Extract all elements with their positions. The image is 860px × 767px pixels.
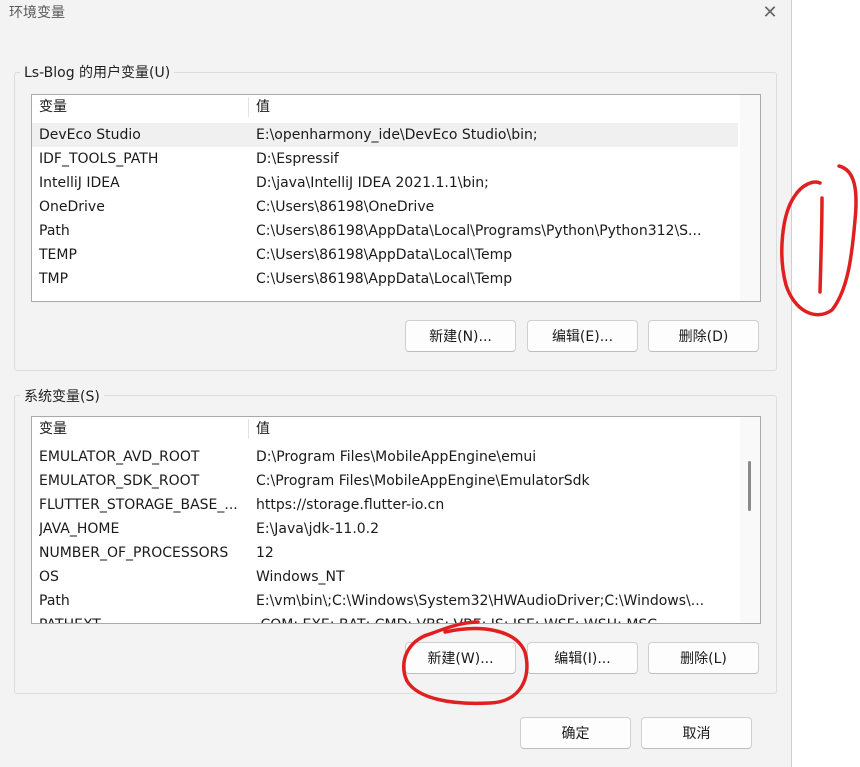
user-new-button[interactable]: 新建(N)...	[405, 320, 516, 352]
variable-name: OS	[39, 569, 59, 585]
column-separator[interactable]	[248, 97, 249, 117]
table-row[interactable]: EMULATOR_SDK_ROOT C:\Program Files\Mobil…	[32, 469, 738, 493]
list-header: 变量 值	[32, 95, 738, 119]
variable-value: E:\openharmony_ide\DevEco Studio\bin;	[256, 127, 538, 143]
variable-value: C:\Program Files\MobileAppEngine\Emulato…	[256, 473, 590, 489]
variable-name: JAVA_HOME	[39, 521, 120, 537]
user-edit-button[interactable]: 编辑(E)...	[527, 320, 638, 352]
list-header: 变量 值	[32, 417, 738, 441]
vertical-scrollbar[interactable]	[740, 417, 760, 623]
table-row[interactable]: IntelliJ IDEA D:\java\IntelliJ IDEA 2021…	[32, 171, 738, 195]
variable-name: DevEco Studio	[39, 127, 141, 143]
column-header-value[interactable]: 值	[256, 95, 731, 119]
table-row[interactable]: Path C:\Users\86198\AppData\Local\Progra…	[32, 219, 738, 243]
variable-value: https://storage.flutter-io.cn	[256, 497, 445, 513]
table-row[interactable]: IDF_TOOLS_PATH D:\Espressif	[32, 147, 738, 171]
table-row[interactable]: TMP C:\Users\86198\AppData\Local\Temp	[32, 267, 738, 291]
variable-name: NUMBER_OF_PROCESSORS	[39, 545, 229, 561]
user-variables-list[interactable]: 变量 值 DevEco Studio E:\openharmony_ide\De…	[31, 94, 761, 302]
variable-name: OneDrive	[39, 199, 105, 215]
cancel-button[interactable]: 取消	[641, 717, 752, 749]
variable-value: D:\Program Files\MobileAppEngine\emui	[256, 449, 537, 465]
variable-value: C:\Users\86198\AppData\Local\Programs\Py…	[256, 223, 702, 239]
annotation-number-one	[780, 164, 858, 317]
column-header-variable[interactable]: 变量	[39, 417, 244, 441]
variable-value: E:\vm\bin\;C:\Windows\System32\HWAudioDr…	[256, 593, 705, 609]
scrollbar-thumb[interactable]	[748, 461, 751, 511]
table-row[interactable]: OS Windows_NT	[32, 565, 738, 589]
window-title: 环境变量	[9, 5, 65, 21]
system-delete-button[interactable]: 删除(L)	[648, 642, 759, 674]
variable-value: D:\Espressif	[256, 151, 339, 167]
variable-value: C:\Users\86198\AppData\Local\Temp	[256, 271, 513, 287]
variable-value: .COM;.EXE;.BAT;.CMD;.VBS;.VBE;.JS;.JSE;.…	[256, 613, 731, 623]
variable-name: IDF_TOOLS_PATH	[39, 151, 159, 167]
column-header-value[interactable]: 值	[256, 417, 731, 441]
variable-value: 12	[256, 545, 274, 561]
vertical-scrollbar[interactable]	[740, 95, 760, 301]
variable-name: FLUTTER_STORAGE_BASE_...	[39, 497, 238, 513]
variable-name: TEMP	[39, 247, 77, 263]
table-row[interactable]: Path E:\vm\bin\;C:\Windows\System32\HWAu…	[32, 589, 738, 613]
table-row[interactable]: OneDrive C:\Users\86198\OneDrive	[32, 195, 738, 219]
column-header-variable[interactable]: 变量	[39, 95, 244, 119]
table-row[interactable]: DevEco Studio E:\openharmony_ide\DevEco …	[32, 123, 738, 147]
ok-button[interactable]: 确定	[520, 717, 631, 749]
variable-value: Windows_NT	[256, 569, 345, 585]
table-row[interactable]: JAVA_HOME E:\Java\jdk-11.0.2	[32, 517, 738, 541]
variable-value: E:\Java\jdk-11.0.2	[256, 521, 380, 537]
table-row[interactable]: EMULATOR_AVD_ROOT D:\Program Files\Mobil…	[32, 445, 738, 469]
system-variables-label: 系统变量(S)	[20, 386, 104, 406]
user-delete-button[interactable]: 删除(D)	[648, 320, 759, 352]
variable-name: TMP	[39, 271, 69, 287]
close-icon[interactable]: ✕	[757, 0, 783, 24]
system-edit-button[interactable]: 编辑(I)...	[527, 642, 638, 674]
table-row[interactable]: NUMBER_OF_PROCESSORS 12	[32, 541, 738, 565]
user-variables-label: Ls-Blog 的用户变量(U)	[20, 62, 175, 82]
system-variables-list[interactable]: 变量 值 EMULATOR_AVD_ROOT D:\Program Files\…	[31, 416, 761, 624]
variable-name: PATHEXT	[39, 613, 244, 623]
column-separator[interactable]	[248, 419, 249, 439]
table-row[interactable]: TEMP C:\Users\86198\AppData\Local\Temp	[32, 243, 738, 267]
variable-name: EMULATOR_AVD_ROOT	[39, 449, 200, 465]
table-row[interactable]: PATHEXT .COM;.EXE;.BAT;.CMD;.VBS;.VBE;.J…	[32, 613, 738, 623]
variable-value: C:\Users\86198\OneDrive	[256, 199, 435, 215]
variable-value: C:\Users\86198\AppData\Local\Temp	[256, 247, 513, 263]
table-row[interactable]: FLUTTER_STORAGE_BASE_... https://storage…	[32, 493, 738, 517]
system-new-button[interactable]: 新建(W)...	[405, 642, 516, 674]
variable-value: D:\java\IntelliJ IDEA 2021.1.1\bin;	[256, 175, 489, 191]
environment-variables-dialog: 环境变量 ✕ Ls-Blog 的用户变量(U) 变量 值 DevEco Stud…	[0, 0, 792, 767]
variable-name: Path	[39, 593, 70, 609]
variable-name: IntelliJ IDEA	[39, 175, 120, 191]
variable-name: EMULATOR_SDK_ROOT	[39, 473, 200, 489]
variable-name: Path	[39, 223, 70, 239]
